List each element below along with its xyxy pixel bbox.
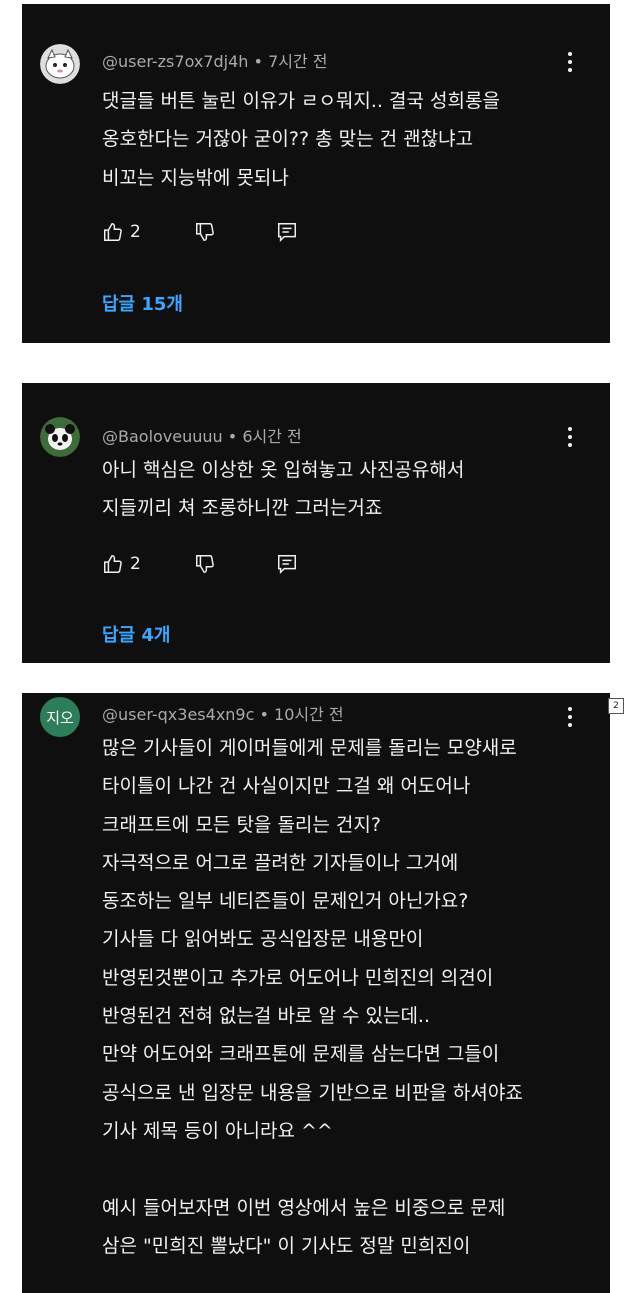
comment-time: 7시간 전 xyxy=(268,52,328,71)
more-options-icon[interactable] xyxy=(562,421,578,453)
comment-text: 댓글들 버튼 눌린 이유가 ㄹㅇ뭐지.. 결국 성희롱을 옹호한다는 거잖아 굳… xyxy=(102,90,500,189)
comment-meta: @Baoloveuuuu • 6시간 전 xyxy=(102,427,302,446)
comment-text: 아니 핵심은 이상한 옷 입혀놓고 사진공유해서 지들끼리 쳐 조롱하니깐 그러… xyxy=(102,459,465,520)
cartoon-avatar-icon[interactable] xyxy=(40,44,80,84)
like-count: 2 xyxy=(130,554,141,574)
comment-card: 지오 @user-qx3es4xn9c • 10시간 전 많은 기사들이 게이머… xyxy=(22,693,610,1293)
comment-text: 많은 기사들이 게이머들에게 문제를 돌리는 모양새로 타이틀이 나간 건 사실… xyxy=(102,737,523,1257)
comment-card: @Baoloveuuuu • 6시간 전 아니 핵심은 이상한 옷 입혀놓고 사… xyxy=(22,383,610,663)
reply-button[interactable] xyxy=(276,548,298,580)
comment-time: 10시간 전 xyxy=(274,705,344,724)
avatar[interactable]: 지오 xyxy=(40,697,80,737)
thumbs-up-icon xyxy=(104,555,122,573)
thumbs-up-icon xyxy=(104,223,122,241)
dislike-button[interactable] xyxy=(194,548,216,580)
comment-meta: @user-zs7ox7dj4h • 7시간 전 xyxy=(102,52,328,71)
view-replies-link[interactable]: 답글 15개 xyxy=(102,290,183,316)
author-name[interactable]: @Baoloveuuuu xyxy=(102,427,223,446)
like-button[interactable]: 2 xyxy=(102,548,141,580)
dislike-button[interactable] xyxy=(194,216,216,248)
comment-meta: @user-qx3es4xn9c • 10시간 전 xyxy=(102,705,344,724)
comment-card: @user-zs7ox7dj4h • 7시간 전 댓글들 버튼 눌린 이유가 ㄹ… xyxy=(22,4,610,343)
comment-icon xyxy=(278,223,296,243)
thumbs-down-icon xyxy=(196,223,214,241)
reply-button[interactable] xyxy=(276,216,298,248)
author-name[interactable]: @user-qx3es4xn9c xyxy=(102,705,254,724)
like-count: 2 xyxy=(130,222,141,242)
more-options-icon[interactable] xyxy=(562,46,578,78)
comment-icon xyxy=(278,555,296,575)
author-name[interactable]: @user-zs7ox7dj4h xyxy=(102,52,248,71)
like-button[interactable]: 2 xyxy=(102,216,141,248)
panda-avatar-icon[interactable] xyxy=(40,417,80,457)
page-number-badge: 2 xyxy=(608,698,624,714)
comment-time: 6시간 전 xyxy=(242,427,302,446)
view-replies-link[interactable]: 답글 4개 xyxy=(102,621,170,647)
thumbs-down-icon xyxy=(196,555,214,573)
